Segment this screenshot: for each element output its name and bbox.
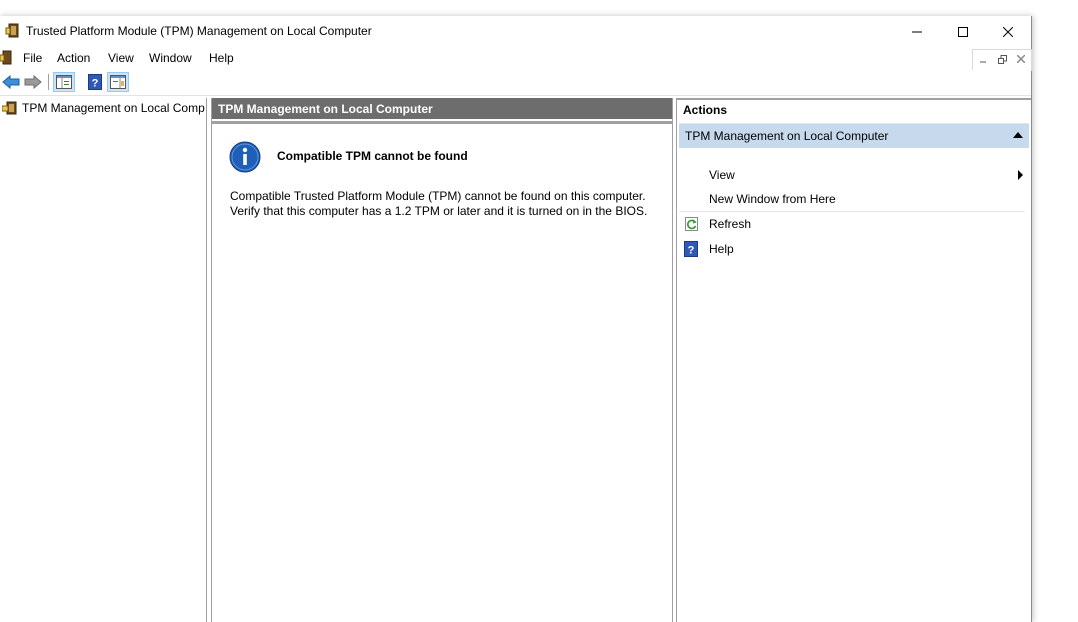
- menu-action[interactable]: Action: [57, 51, 90, 65]
- toolbar-separator: [48, 74, 49, 90]
- action-refresh[interactable]: Refresh: [679, 212, 1025, 236]
- show-hide-action-pane-button[interactable]: [107, 72, 129, 92]
- mmc-window: Trusted Platform Module (TPM) Management…: [0, 16, 1032, 622]
- submenu-arrow-icon: [1018, 170, 1023, 180]
- actions-pane-header: Actions: [677, 98, 1031, 119]
- show-hide-console-tree-button[interactable]: [53, 72, 75, 92]
- help-icon: ?: [684, 241, 700, 257]
- restore-icon: [997, 54, 1007, 64]
- close-icon: [1017, 55, 1025, 63]
- action-pane-icon: [110, 75, 126, 89]
- error-title: Compatible TPM cannot be found: [277, 149, 468, 163]
- tree-item-tpm-management[interactable]: TPM Management on Local Comp: [0, 98, 206, 118]
- mdi-minimize-button[interactable]: [974, 52, 992, 66]
- actions-pane: Actions TPM Management on Local Computer…: [676, 98, 1031, 622]
- mdi-child-controls: [972, 49, 1032, 71]
- collapse-arrow-icon[interactable]: [1013, 132, 1023, 138]
- svg-text:?: ?: [92, 78, 99, 90]
- action-view[interactable]: View: [679, 163, 1025, 187]
- title-bar[interactable]: Trusted Platform Module (TPM) Management…: [0, 16, 1031, 47]
- error-description: Compatible Trusted Platform Module (TPM)…: [230, 189, 648, 218]
- tpm-chip-icon: [1, 100, 18, 116]
- action-new-window-from-here[interactable]: New Window from Here: [679, 187, 1025, 211]
- tree-item-label: TPM Management on Local Comp: [22, 101, 205, 115]
- back-arrow-icon: [2, 75, 20, 89]
- menu-bar: File Action View Window Help: [0, 47, 1032, 71]
- result-pane-header: TPM Management on Local Computer: [212, 98, 672, 121]
- action-label: Refresh: [709, 217, 752, 231]
- actions-group-label: TPM Management on Local Computer: [685, 129, 889, 143]
- svg-text:?: ?: [688, 245, 695, 257]
- mdi-close-button[interactable]: [1012, 52, 1030, 66]
- menu-file[interactable]: File: [23, 51, 42, 65]
- tpm-chip-icon: [5, 23, 21, 39]
- console-tree-pane: TPM Management on Local Comp: [0, 98, 207, 622]
- toolbar: ?: [0, 70, 1031, 96]
- action-label: New Window from Here: [709, 192, 836, 206]
- close-icon: [1003, 26, 1013, 37]
- menu-view[interactable]: View: [108, 51, 134, 65]
- help-toolbar-button[interactable]: ?: [84, 72, 106, 92]
- result-pane-title: TPM Management on Local Computer: [218, 102, 433, 116]
- menu-help[interactable]: Help: [209, 51, 234, 65]
- action-help[interactable]: ? Help: [679, 237, 1025, 261]
- app-menu-icon[interactable]: [0, 50, 14, 66]
- maximize-icon: [958, 26, 968, 37]
- minimize-icon: [912, 31, 922, 32]
- info-icon: [229, 141, 261, 173]
- minimize-button[interactable]: [894, 16, 940, 47]
- forward-arrow-icon: [24, 75, 42, 89]
- menu-window[interactable]: Window: [149, 51, 192, 65]
- actions-group-tpm-management[interactable]: TPM Management on Local Computer: [679, 123, 1029, 148]
- maximize-button[interactable]: [940, 16, 986, 47]
- refresh-icon: [684, 216, 700, 232]
- forward-button[interactable]: [22, 72, 44, 92]
- actions-pane-title: Actions: [683, 103, 728, 117]
- action-label: Help: [709, 242, 734, 256]
- action-label: View: [709, 168, 735, 182]
- result-pane: TPM Management on Local Computer Compati…: [211, 98, 673, 622]
- window-title: Trusted Platform Module (TPM) Management…: [26, 24, 372, 38]
- minimize-icon: [980, 61, 986, 63]
- close-button[interactable]: [985, 16, 1031, 47]
- help-icon: ?: [88, 74, 102, 90]
- mdi-restore-button[interactable]: [993, 52, 1011, 66]
- console-tree-icon: [56, 75, 72, 89]
- back-button[interactable]: [0, 72, 22, 92]
